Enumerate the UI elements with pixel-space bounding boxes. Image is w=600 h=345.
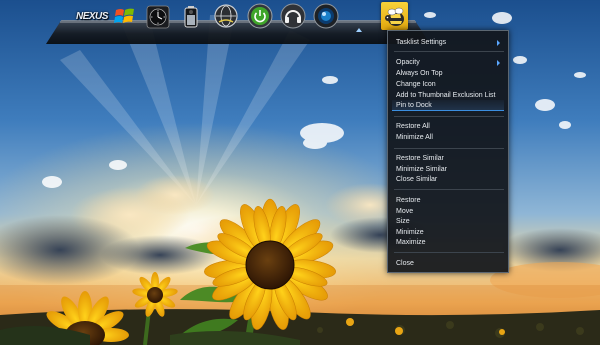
submenu-arrow-icon — [497, 60, 500, 66]
menu-separator — [394, 51, 504, 52]
menu-item-label: Restore — [396, 197, 421, 204]
menu-item-label: Add to Thumbnail Exclusion List — [396, 92, 496, 99]
menu-item-tasklist-settings[interactable]: Tasklist Settings — [396, 37, 506, 48]
headphones-icon[interactable] — [280, 3, 306, 29]
menu-separator — [394, 189, 504, 190]
clock-icon[interactable] — [145, 3, 171, 29]
menu-item-label: Minimize Similar — [396, 166, 447, 173]
menu-item-label: Tasklist Settings — [396, 39, 447, 46]
menu-item-maximize[interactable]: Maximize — [396, 237, 506, 248]
winstep-bee-icon[interactable] — [382, 4, 408, 30]
menu-item-label: Move — [396, 208, 414, 215]
menu-item-label: Always On Top — [396, 70, 443, 77]
menu-separator — [394, 252, 504, 253]
menu-item-minimize-all[interactable]: Minimize All — [396, 132, 506, 143]
menu-item-restore-all[interactable]: Restore All — [396, 121, 506, 132]
menu-item-label: Minimize All — [396, 134, 433, 141]
battery-icon[interactable] — [178, 3, 204, 29]
dock-indicator-arrow — [356, 28, 362, 32]
menu-item-label: Size — [396, 218, 410, 225]
menu-separator — [394, 116, 504, 117]
desktop-wallpaper — [0, 0, 600, 345]
menu-item-restore[interactable]: Restore — [396, 195, 506, 206]
camera-lens-icon[interactable] — [313, 3, 339, 29]
menu-item-restore-similar[interactable]: Restore Similar — [396, 153, 506, 164]
menu-item-always-on-top[interactable]: Always On Top — [396, 68, 506, 79]
network-globe-icon[interactable] — [213, 3, 239, 29]
menu-item-label: Close — [396, 260, 414, 267]
nexus-logo[interactable]: NEXUS — [76, 8, 108, 26]
menu-item-label: Restore Similar — [396, 155, 444, 162]
menu-item-close-similar[interactable]: Close Similar — [396, 174, 506, 185]
menu-item-label: Restore All — [396, 123, 430, 130]
menu-item-opacity[interactable]: Opacity — [396, 57, 506, 68]
menu-item-label: Change Icon — [396, 81, 436, 88]
menu-item-close[interactable]: Close — [396, 258, 506, 269]
menu-item-size[interactable]: Size — [396, 216, 506, 227]
power-icon[interactable] — [247, 3, 273, 29]
menu-item-label: Opacity — [396, 59, 420, 66]
menu-item-pin-to-dock[interactable]: Pin to Dock — [392, 100, 504, 111]
menu-separator — [394, 148, 504, 149]
menu-item-label: Minimize — [396, 229, 424, 236]
menu-item-label: Maximize — [396, 239, 426, 246]
menu-item-change-icon[interactable]: Change Icon — [396, 79, 506, 90]
menu-item-label: Pin to Dock — [396, 102, 432, 109]
submenu-arrow-icon — [497, 40, 500, 46]
context-menu: Tasklist Settings Opacity Always On Top … — [387, 30, 509, 273]
windows-logo-icon[interactable] — [112, 3, 138, 29]
menu-item-label: Close Similar — [396, 176, 438, 183]
